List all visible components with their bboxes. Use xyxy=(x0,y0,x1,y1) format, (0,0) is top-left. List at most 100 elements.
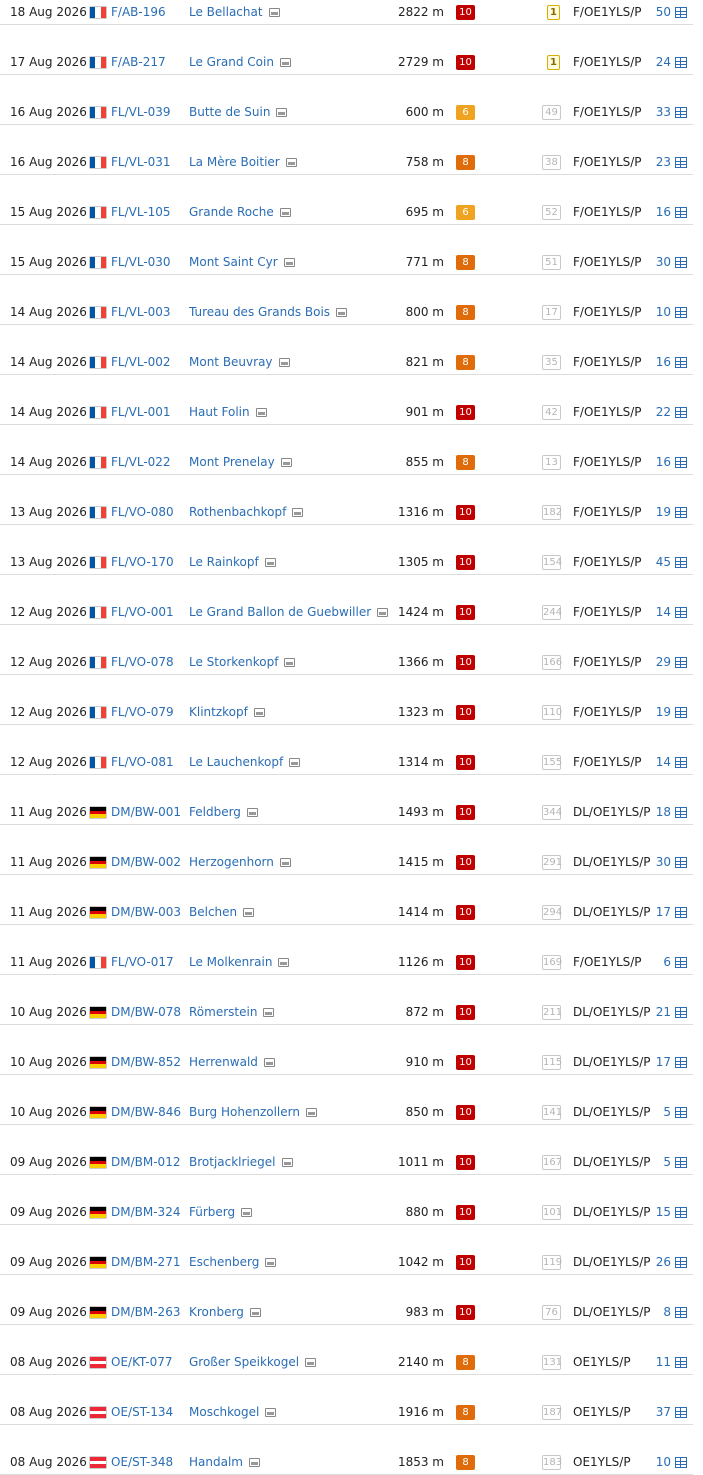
qso-count-link[interactable]: 10 xyxy=(656,300,671,324)
qso-count-link[interactable]: 33 xyxy=(656,100,671,124)
summit-ref-link[interactable]: DM/BW-002 xyxy=(111,850,181,874)
log-table-icon[interactable] xyxy=(675,707,687,718)
log-table-icon[interactable] xyxy=(675,207,687,218)
summit-name-link[interactable]: Le Molkenrain xyxy=(189,950,290,974)
qso-count-link[interactable]: 5 xyxy=(663,1100,671,1124)
log-table-icon[interactable] xyxy=(675,1257,687,1268)
qso-count-link[interactable]: 5 xyxy=(663,1150,671,1174)
summit-name-link[interactable]: Butte de Suin xyxy=(189,100,288,124)
summit-name-link[interactable]: Le Grand Coin xyxy=(189,50,291,74)
summit-name-link[interactable]: Mont Prenelay xyxy=(189,450,292,474)
summit-ref-link[interactable]: FL/VL-039 xyxy=(111,100,171,124)
summit-ref-link[interactable]: OE/KT-077 xyxy=(111,1350,172,1374)
qso-count-link[interactable]: 16 xyxy=(656,350,671,374)
summit-name-link[interactable]: Belchen xyxy=(189,900,255,924)
log-table-icon[interactable] xyxy=(675,57,687,68)
photo-icon[interactable] xyxy=(281,1158,293,1167)
summit-ref-link[interactable]: FL/VL-001 xyxy=(111,400,171,424)
log-table-icon[interactable] xyxy=(675,457,687,468)
summit-ref-link[interactable]: F/AB-217 xyxy=(111,50,166,74)
log-table-icon[interactable] xyxy=(675,807,687,818)
photo-icon[interactable] xyxy=(263,1008,275,1017)
qso-count-link[interactable]: 15 xyxy=(656,1200,671,1224)
photo-icon[interactable] xyxy=(278,358,290,367)
summit-name-link[interactable]: Le Grand Ballon de Guebwiller xyxy=(189,600,389,624)
summit-ref-link[interactable]: F/AB-196 xyxy=(111,0,166,24)
summit-name-link[interactable]: Haut Folin xyxy=(189,400,267,424)
summit-ref-link[interactable]: DM/BM-012 xyxy=(111,1150,180,1174)
photo-icon[interactable] xyxy=(253,708,265,717)
summit-name-link[interactable]: Fürberg xyxy=(189,1200,253,1224)
summit-name-link[interactable]: La Mère Boitier xyxy=(189,150,297,174)
summit-ref-link[interactable]: FL/VO-001 xyxy=(111,600,174,624)
qso-count-link[interactable]: 16 xyxy=(656,200,671,224)
photo-icon[interactable] xyxy=(377,608,389,617)
summit-name-link[interactable]: Kronberg xyxy=(189,1300,261,1324)
summit-name-link[interactable]: Tureau des Grands Bois xyxy=(189,300,348,324)
summit-name-link[interactable]: Mont Beuvray xyxy=(189,350,290,374)
photo-icon[interactable] xyxy=(279,208,291,217)
photo-icon[interactable] xyxy=(278,958,290,967)
summit-ref-link[interactable]: DM/BM-263 xyxy=(111,1300,180,1324)
log-table-icon[interactable] xyxy=(675,907,687,918)
summit-ref-link[interactable]: OE/ST-348 xyxy=(111,1450,173,1474)
qso-count-link[interactable]: 6 xyxy=(663,950,671,974)
summit-ref-link[interactable]: FL/VL-031 xyxy=(111,150,171,174)
qso-count-link[interactable]: 11 xyxy=(656,1350,671,1374)
photo-icon[interactable] xyxy=(289,758,301,767)
log-table-icon[interactable] xyxy=(675,1107,687,1118)
qso-count-link[interactable]: 17 xyxy=(656,900,671,924)
log-table-icon[interactable] xyxy=(675,107,687,118)
summit-ref-link[interactable]: DM/BM-324 xyxy=(111,1200,180,1224)
summit-ref-link[interactable]: FL/VL-002 xyxy=(111,350,171,374)
photo-icon[interactable] xyxy=(265,1408,277,1417)
summit-ref-link[interactable]: FL/VL-003 xyxy=(111,300,171,324)
photo-icon[interactable] xyxy=(285,158,297,167)
summit-name-link[interactable]: Moschkogel xyxy=(189,1400,277,1424)
photo-icon[interactable] xyxy=(280,458,292,467)
summit-ref-link[interactable]: DM/BW-001 xyxy=(111,800,181,824)
log-table-icon[interactable] xyxy=(675,1307,687,1318)
photo-icon[interactable] xyxy=(265,1258,277,1267)
log-table-icon[interactable] xyxy=(675,257,687,268)
summit-ref-link[interactable]: DM/BW-078 xyxy=(111,1000,181,1024)
log-table-icon[interactable] xyxy=(675,1057,687,1068)
qso-count-link[interactable]: 26 xyxy=(656,1250,671,1274)
photo-icon[interactable] xyxy=(279,858,291,867)
photo-icon[interactable] xyxy=(284,658,296,667)
summit-ref-link[interactable]: FL/VO-080 xyxy=(111,500,174,524)
photo-icon[interactable] xyxy=(276,108,288,117)
qso-count-link[interactable]: 50 xyxy=(656,0,671,24)
summit-ref-link[interactable]: DM/BW-003 xyxy=(111,900,181,924)
photo-icon[interactable] xyxy=(249,1308,261,1317)
log-table-icon[interactable] xyxy=(675,607,687,618)
summit-name-link[interactable]: Römerstein xyxy=(189,1000,275,1024)
log-table-icon[interactable] xyxy=(675,1207,687,1218)
log-table-icon[interactable] xyxy=(675,357,687,368)
qso-count-link[interactable]: 8 xyxy=(663,1300,671,1324)
qso-count-link[interactable]: 29 xyxy=(656,650,671,674)
qso-count-link[interactable]: 18 xyxy=(656,800,671,824)
summit-ref-link[interactable]: FL/VL-030 xyxy=(111,250,171,274)
photo-icon[interactable] xyxy=(246,808,258,817)
qso-count-link[interactable]: 17 xyxy=(656,1050,671,1074)
summit-name-link[interactable]: Grande Roche xyxy=(189,200,291,224)
log-table-icon[interactable] xyxy=(675,1007,687,1018)
qso-count-link[interactable]: 19 xyxy=(656,500,671,524)
photo-icon[interactable] xyxy=(336,308,348,317)
summit-name-link[interactable]: Klintzkopf xyxy=(189,700,265,724)
photo-icon[interactable] xyxy=(305,1108,317,1117)
summit-ref-link[interactable]: OE/ST-134 xyxy=(111,1400,173,1424)
summit-name-link[interactable]: Brotjacklriegel xyxy=(189,1150,293,1174)
summit-ref-link[interactable]: FL/VL-022 xyxy=(111,450,171,474)
photo-icon[interactable] xyxy=(241,1208,253,1217)
log-table-icon[interactable] xyxy=(675,307,687,318)
qso-count-link[interactable]: 14 xyxy=(656,750,671,774)
qso-count-link[interactable]: 19 xyxy=(656,700,671,724)
photo-icon[interactable] xyxy=(283,258,295,267)
log-table-icon[interactable] xyxy=(675,407,687,418)
summit-name-link[interactable]: Le Storkenkopf xyxy=(189,650,296,674)
photo-icon[interactable] xyxy=(263,1058,275,1067)
summit-name-link[interactable]: Le Bellachat xyxy=(189,0,280,24)
summit-name-link[interactable]: Feldberg xyxy=(189,800,258,824)
